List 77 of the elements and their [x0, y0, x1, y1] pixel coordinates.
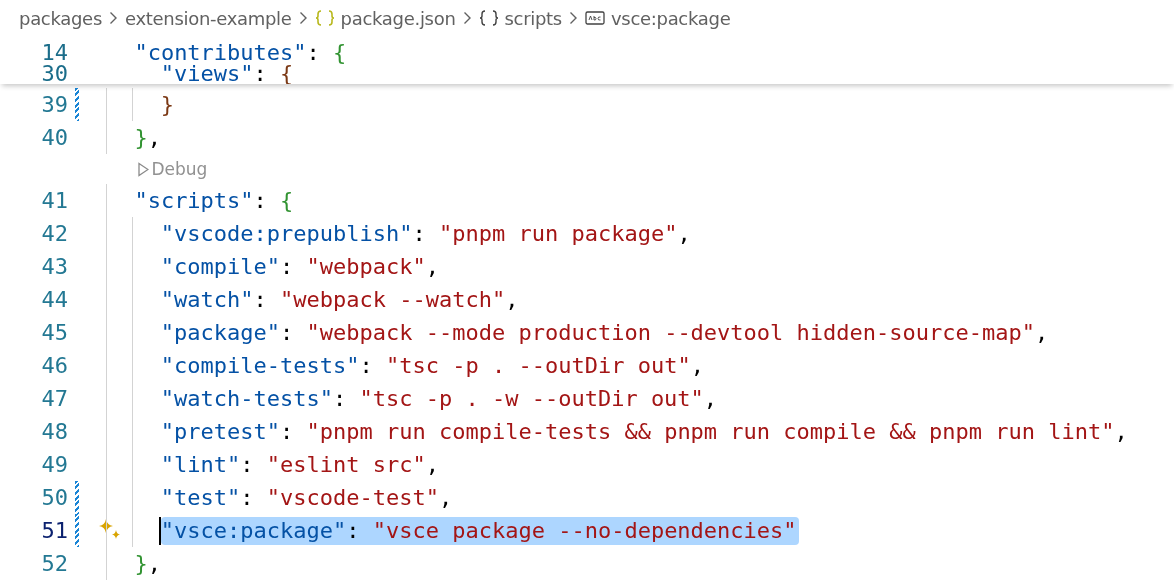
line-number: 51: [40, 518, 68, 543]
code-string: "webpack": [306, 254, 426, 279]
code-punctuation: :: [280, 419, 295, 444]
code-brace: {: [333, 40, 347, 65]
code-key: "watch": [160, 287, 254, 312]
code-string: "tsc -p . --outDir out": [386, 353, 691, 378]
code-string: "pnpm run compile-tests && pnpm run compile && pnpm run lint": [306, 419, 1115, 444]
line-number: 42: [40, 221, 68, 246]
code-punctuation: :: [412, 221, 427, 246]
line-number: 43: [40, 254, 68, 279]
code-key: "vscode:prepublish": [160, 221, 413, 246]
breadcrumb-item[interactable]: extension-example: [124, 7, 292, 29]
code-key: "lint": [160, 452, 241, 477]
code-key: "vsce:package": [160, 518, 347, 543]
code-string: "pnpm run package": [438, 221, 678, 246]
play-icon: [138, 161, 150, 177]
braces-icon: [314, 9, 335, 27]
code-punctuation: ,: [147, 551, 161, 576]
line-number: 41: [40, 188, 68, 213]
code-key: "compile-tests": [160, 353, 360, 378]
chevron-icon: [462, 11, 472, 25]
code-string: "webpack --watch": [280, 287, 506, 312]
code-brace: }: [134, 551, 148, 576]
braces-icon: [478, 9, 499, 27]
chevron-icon: [298, 11, 308, 25]
code-string: "webpack --mode production --devtool hidden-source-map": [306, 320, 1035, 345]
code-brace: {: [280, 188, 294, 213]
code-punctuation: :: [359, 353, 374, 378]
debug-codelens[interactable]: Debug: [138, 159, 208, 179]
code-brace: }: [134, 125, 148, 150]
breadcrumb-item[interactable]: package.json: [340, 7, 456, 29]
code-punctuation: :: [346, 518, 361, 543]
code-punctuation: ,: [703, 386, 718, 411]
code-punctuation: ,: [677, 221, 691, 246]
line-number: 48: [40, 419, 68, 444]
code-punctuation: ,: [425, 254, 439, 279]
code-punctuation: :: [240, 452, 255, 477]
line-number: 46: [40, 353, 68, 378]
chevron-icon: [568, 11, 578, 25]
line-number: 52: [40, 551, 68, 576]
code-key: "test": [160, 485, 241, 510]
code-punctuation: ,: [147, 125, 161, 150]
code-punctuation: ,: [425, 452, 439, 477]
code-string: "tsc -p . -w --outDir out": [359, 386, 704, 411]
code-punctuation: :: [280, 320, 295, 345]
code-string: "vsce package --no-dependencies": [372, 518, 797, 543]
line-number: 40: [40, 125, 68, 150]
code-punctuation: :: [240, 485, 255, 510]
text-string-icon: [584, 10, 605, 26]
code-punctuation: :: [333, 386, 348, 411]
code-punctuation: :: [253, 188, 268, 213]
line-number: 44: [40, 287, 68, 312]
breadcrumb-item[interactable]: scripts: [504, 7, 562, 29]
code-key: "compile": [160, 254, 280, 279]
code-string: "eslint src": [266, 452, 426, 477]
line-number: 49: [40, 452, 68, 477]
code-punctuation: ,: [505, 287, 519, 312]
code-punctuation: :: [280, 254, 295, 279]
code-punctuation: :: [253, 287, 268, 312]
code-punctuation: ,: [438, 485, 453, 510]
line-number: 45: [40, 320, 68, 345]
code-brace: }: [160, 92, 175, 117]
line-number: 47: [40, 386, 68, 411]
code-string: "vscode-test": [266, 485, 439, 510]
code-punctuation: ,: [1114, 419, 1128, 444]
code-key: "pretest": [160, 419, 280, 444]
line-number: 50: [40, 485, 68, 510]
chevron-icon: [108, 11, 118, 25]
code-key: "scripts": [134, 188, 254, 213]
breadcrumb-item[interactable]: packages: [19, 7, 102, 29]
code-key: "package": [160, 320, 280, 345]
code-punctuation: ,: [1035, 320, 1049, 345]
code-punctuation: :: [306, 40, 321, 65]
breadcrumb-item[interactable]: vsce:package: [610, 7, 731, 29]
code-key: "watch-tests": [160, 386, 333, 411]
code-punctuation: ,: [690, 353, 704, 378]
line-number: 39: [40, 92, 68, 117]
